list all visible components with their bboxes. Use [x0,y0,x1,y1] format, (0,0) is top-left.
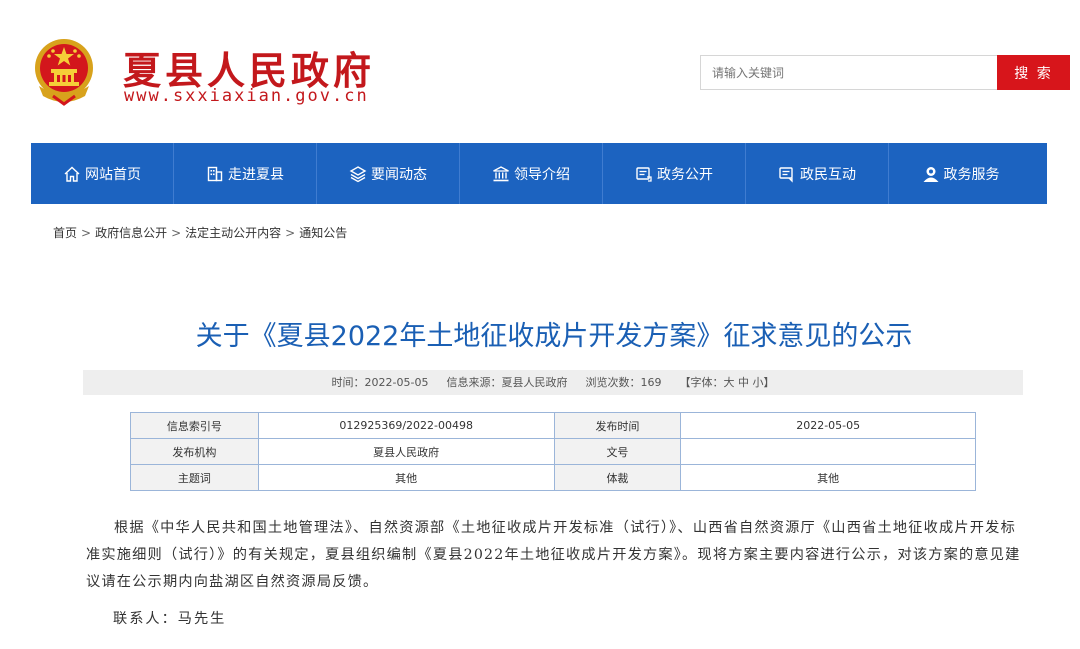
nav-item-government-affairs[interactable]: 政务公开 [603,143,746,204]
nav-label: 政民互动 [800,166,856,183]
article-title: 关于《夏县2022年土地征收成片开发方案》征求意见的公示 [195,321,913,352]
breadcrumb: 首页 > 政府信息公开 > 法定主动公开内容 > 通知公告 [53,224,347,241]
meta-font-suffix: 】 [763,376,775,389]
nav-item-about-county[interactable]: 走进夏县 [174,143,317,204]
meta-time: 时间：2022-05-05 [331,376,429,389]
table-row: 主题词 其他 体裁 其他 [130,464,976,491]
home-icon [64,166,80,182]
breadcrumb-statutory[interactable]: 法定主动公开内容 [185,226,281,240]
info-table: 信息索引号 012925369/2022-00498 发布时间 2022-05-… [130,412,976,491]
doc-number-label: 文号 [553,438,682,465]
nav-label: 领导介绍 [514,166,570,183]
date-value: 2022-05-05 [680,412,976,439]
nav-label: 政务公开 [657,166,713,183]
meta-source: 信息来源：夏县人民政府 [446,376,568,389]
nav-item-interaction[interactable]: 政民互动 [746,143,889,204]
meta-font-prefix: 【字体： [679,376,724,389]
site-url: www.sxxiaxian.gov.cn [124,86,369,106]
doc-number-value [680,438,976,465]
org-label: 发布机构 [130,438,259,465]
index-value: 012925369/2022-00498 [257,412,555,439]
nav-item-leaders[interactable]: 领导介绍 [460,143,603,204]
document-icon [636,166,652,182]
font-size-medium-link[interactable]: 中 [738,376,749,389]
nav-label: 网站首页 [85,166,141,183]
nav-label: 政务服务 [943,166,1000,183]
table-row: 信息索引号 012925369/2022-00498 发布时间 2022-05-… [130,412,976,439]
topic-value: 其他 [257,464,555,491]
layers-icon [349,165,367,182]
org-value: 夏县人民政府 [257,438,555,465]
topic-label: 主题词 [130,464,259,491]
nav-label: 要闻动态 [371,166,427,183]
search-button[interactable]: 搜 索 [997,55,1070,90]
building-icon [207,166,223,181]
nav-item-services[interactable]: 政务服务 [889,143,1032,204]
nav-label: 走进夏县 [228,166,284,183]
contact-person: 联系人：马先生 [113,611,227,627]
national-emblem-logo [35,39,93,106]
font-size-small-link[interactable]: 小 [752,376,763,389]
breadcrumb-separator: > [285,226,296,240]
article-meta-bar: 时间：2022-05-05 信息来源：夏县人民政府 浏览次数：169 【字体：大 中 … [83,370,1023,395]
breadcrumb-separator: > [81,226,92,240]
breadcrumb-home[interactable]: 首页 [53,226,77,240]
main-nav: 网站首页 走进夏县 要闻动态 领导介绍 政务公开 政民互动 政务服务 [31,143,1047,204]
nav-item-news[interactable]: 要闻动态 [317,143,460,204]
meta-views: 浏览次数：169 [585,376,662,389]
breadcrumb-gov-info[interactable]: 政府信息公开 [95,226,167,240]
breadcrumb-notices[interactable]: 通知公告 [299,226,347,240]
search-input[interactable] [700,55,997,90]
institution-icon [493,165,509,181]
nav-item-home[interactable]: 网站首页 [31,143,174,204]
chat-document-icon [779,166,793,183]
breadcrumb-separator: > [171,226,182,240]
article-paragraph: 根据《中华人民共和国土地管理法》、自然资源部《土地征收成片开发标准（试行）》、山… [86,520,1021,590]
article-body: 根据《中华人民共和国土地管理法》、自然资源部《土地征收成片开发标准（试行）》、山… [86,515,1026,596]
date-label: 发布时间 [553,412,682,439]
user-service-icon [923,166,938,182]
genre-label: 体裁 [553,464,682,491]
index-label: 信息索引号 [130,412,259,439]
genre-value: 其他 [680,464,976,491]
table-row: 发布机构 夏县人民政府 文号 [130,438,976,465]
font-size-large-link[interactable]: 大 [723,376,734,389]
